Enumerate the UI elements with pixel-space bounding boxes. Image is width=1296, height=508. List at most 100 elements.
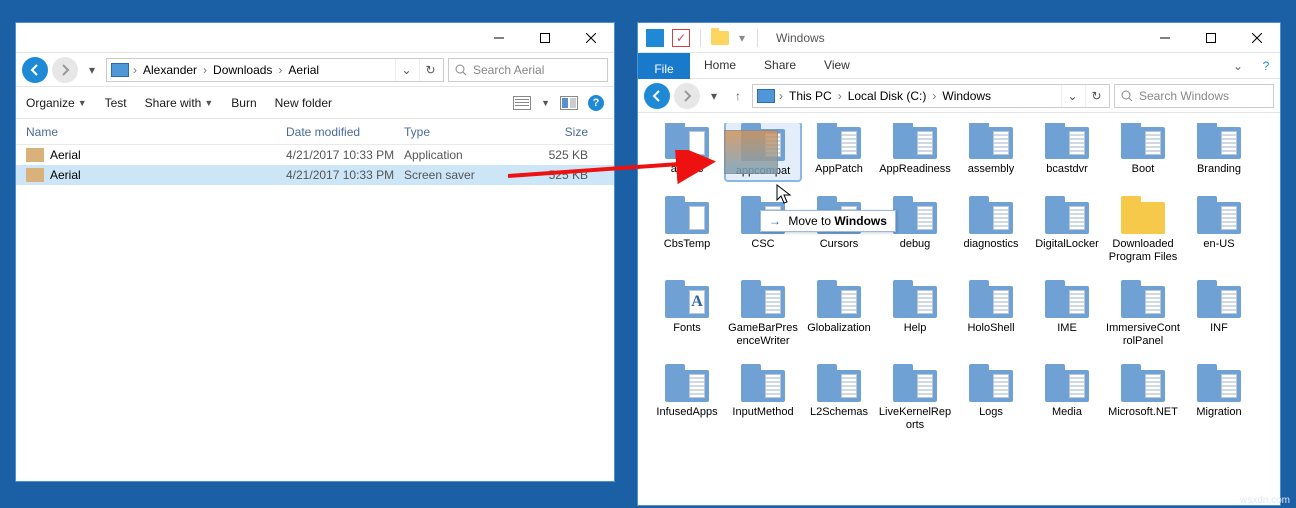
folder-item[interactable]: Globalization: [802, 282, 876, 348]
folder-item[interactable]: AppReadiness: [878, 123, 952, 180]
breadcrumb-alexander[interactable]: Alexander: [139, 63, 201, 77]
test-button[interactable]: Test: [105, 96, 127, 110]
column-headers[interactable]: Name Date modified Type Size: [16, 119, 614, 145]
help-button[interactable]: ?: [588, 95, 604, 111]
col-name[interactable]: Name: [26, 119, 286, 144]
titlebar[interactable]: [16, 23, 614, 53]
folder-item[interactable]: CbsTemp: [650, 198, 724, 264]
refresh-button[interactable]: ↻: [1085, 85, 1107, 107]
address-bar[interactable]: › Alexander › Downloads › Aerial ⌄ ↻: [106, 58, 444, 82]
address-dropdown[interactable]: ⌄: [395, 59, 417, 81]
back-button[interactable]: [644, 83, 670, 109]
folder-item[interactable]: AppPatch: [802, 123, 876, 180]
close-button[interactable]: [568, 23, 614, 52]
folder-item[interactable]: appcompat: [726, 123, 800, 180]
tab-view[interactable]: View: [810, 53, 864, 78]
view-options-dropdown[interactable]: ▼: [541, 98, 550, 108]
folder-icon: [1121, 198, 1165, 234]
ribbon-help-button[interactable]: ?: [1252, 53, 1280, 78]
folder-item[interactable]: L2Schemas: [802, 366, 876, 432]
folder-item[interactable]: Boot: [1106, 123, 1180, 180]
share-with-menu[interactable]: Share with▼: [145, 96, 214, 110]
breadcrumb-local-disk[interactable]: Local Disk (C:): [844, 89, 931, 103]
col-size[interactable]: Size: [526, 119, 596, 144]
qat-folder-icon[interactable]: [709, 27, 731, 49]
folder-item[interactable]: Migration: [1182, 366, 1256, 432]
folder-icon: [893, 123, 937, 159]
folder-item[interactable]: InputMethod: [726, 366, 800, 432]
folder-item[interactable]: bcastdvr: [1030, 123, 1104, 180]
folder-label: GameBarPresenceWriter: [726, 322, 800, 348]
folder-icon: [1045, 366, 1089, 402]
breadcrumb-windows[interactable]: Windows: [938, 89, 995, 103]
up-button[interactable]: ↑: [728, 89, 748, 103]
tab-file[interactable]: File: [638, 53, 690, 79]
folder-item[interactable]: addins: [650, 123, 724, 180]
explorer-window-windows: ✓ ▾ Windows File Home Share View ⌄ ? ▾ ↑: [637, 22, 1281, 506]
folder-item[interactable]: Microsoft.NET: [1106, 366, 1180, 432]
search-input[interactable]: Search Windows: [1114, 84, 1274, 108]
folder-label: AppPatch: [815, 163, 863, 176]
folder-item[interactable]: assembly: [954, 123, 1028, 180]
breadcrumb-downloads[interactable]: Downloads: [209, 63, 276, 77]
folder-item[interactable]: Logs: [954, 366, 1028, 432]
folder-item[interactable]: HoloShell: [954, 282, 1028, 348]
file-row[interactable]: Aerial4/21/2017 10:33 PMScreen saver525 …: [16, 165, 614, 185]
search-input[interactable]: Search Aerial: [448, 58, 608, 82]
breadcrumb-this-pc[interactable]: This PC: [785, 89, 836, 103]
folder-item[interactable]: IME: [1030, 282, 1104, 348]
forward-button[interactable]: [674, 83, 700, 109]
folder-item[interactable]: Branding: [1182, 123, 1256, 180]
folder-item[interactable]: en-US: [1182, 198, 1256, 264]
folder-label: ImmersiveControlPanel: [1106, 322, 1180, 348]
col-date[interactable]: Date modified: [286, 119, 404, 144]
qat-customize-dropdown[interactable]: ▾: [735, 27, 749, 49]
new-folder-button[interactable]: New folder: [275, 96, 332, 110]
qat-app-icon[interactable]: [644, 27, 666, 49]
breadcrumb-aerial[interactable]: Aerial: [284, 63, 323, 77]
folder-icon: [741, 282, 785, 318]
folder-item[interactable]: DigitalLocker: [1030, 198, 1104, 264]
folder-item[interactable]: Fonts: [650, 282, 724, 348]
folder-item[interactable]: InfusedApps: [650, 366, 724, 432]
folder-item[interactable]: Help: [878, 282, 952, 348]
folder-item[interactable]: Downloaded Program Files: [1106, 198, 1180, 264]
address-dropdown[interactable]: ⌄: [1061, 85, 1083, 107]
folder-item[interactable]: ImmersiveControlPanel: [1106, 282, 1180, 348]
search-placeholder: Search Windows: [1139, 89, 1229, 103]
folder-item[interactable]: Media: [1030, 366, 1104, 432]
folder-item[interactable]: diagnostics: [954, 198, 1028, 264]
file-size: 525 KB: [526, 148, 596, 162]
recent-locations-dropdown[interactable]: ▾: [82, 63, 102, 77]
burn-button[interactable]: Burn: [231, 96, 256, 110]
refresh-button[interactable]: ↻: [419, 59, 441, 81]
recent-locations-dropdown[interactable]: ▾: [704, 89, 724, 103]
close-button[interactable]: [1234, 23, 1280, 52]
tab-share[interactable]: Share: [750, 53, 810, 78]
titlebar[interactable]: ✓ ▾ Windows: [638, 23, 1280, 53]
forward-button[interactable]: [52, 57, 78, 83]
view-options-button[interactable]: [513, 96, 531, 110]
folder-item[interactable]: GameBarPresenceWriter: [726, 282, 800, 348]
organize-menu[interactable]: Organize▼: [26, 96, 87, 110]
file-date: 4/21/2017 10:33 PM: [286, 168, 404, 182]
file-row[interactable]: Aerial4/21/2017 10:33 PMApplication525 K…: [16, 145, 614, 165]
col-type[interactable]: Type: [404, 119, 526, 144]
folder-item[interactable]: LiveKernelReports: [878, 366, 952, 432]
qat-properties-icon[interactable]: ✓: [670, 27, 692, 49]
ribbon-collapse-button[interactable]: ⌄: [1224, 53, 1252, 78]
tab-home[interactable]: Home: [690, 53, 750, 78]
folder-icon: [893, 198, 937, 234]
file-list[interactable]: Aerial4/21/2017 10:33 PMApplication525 K…: [16, 145, 614, 185]
drag-tip-target: Windows: [834, 214, 887, 228]
folder-item[interactable]: INF: [1182, 282, 1256, 348]
minimize-button[interactable]: [476, 23, 522, 52]
minimize-button[interactable]: [1142, 23, 1188, 52]
address-bar[interactable]: › This PC › Local Disk (C:) › Windows ⌄ …: [752, 84, 1110, 108]
maximize-button[interactable]: [522, 23, 568, 52]
back-button[interactable]: [22, 57, 48, 83]
folder-icon: [969, 123, 1013, 159]
preview-pane-button[interactable]: [560, 96, 578, 110]
maximize-button[interactable]: [1188, 23, 1234, 52]
folder-icon-grid[interactable]: addinsappcompat AppPatch AppReadinessassem…: [638, 113, 1280, 505]
